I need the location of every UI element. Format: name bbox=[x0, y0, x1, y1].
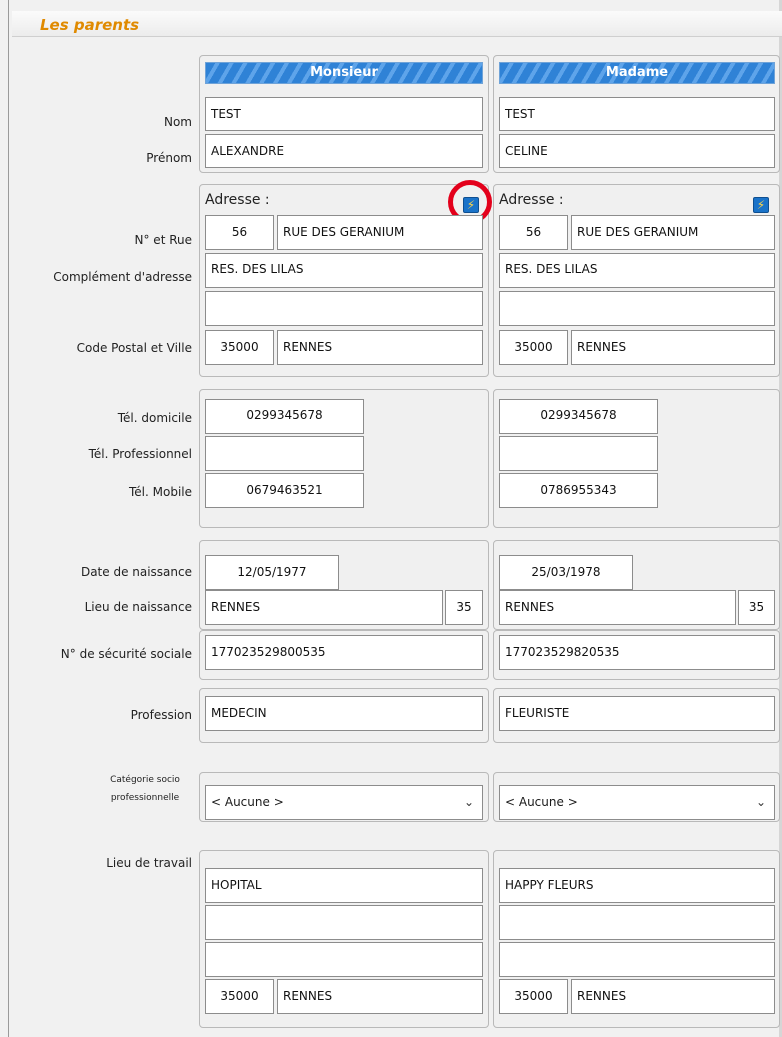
secu-field-madame[interactable]: 177023529820535 bbox=[499, 635, 775, 670]
cp-field-madame[interactable]: 35000 bbox=[499, 330, 568, 365]
prenom-field-monsieur[interactable]: ALEXANDRE bbox=[205, 134, 483, 168]
label-lieu-naissance: Lieu de naissance bbox=[84, 600, 192, 614]
date-naissance-field-monsieur[interactable]: 12/05/1977 bbox=[205, 555, 339, 590]
cp-field-monsieur[interactable]: 35000 bbox=[205, 330, 274, 365]
travail2-field-monsieur[interactable] bbox=[205, 905, 483, 940]
travail1-field-madame[interactable]: HAPPY FLEURS bbox=[499, 868, 775, 903]
travail3-field-monsieur[interactable] bbox=[205, 942, 483, 977]
dept-naissance-field-monsieur[interactable]: 35 bbox=[445, 590, 483, 625]
tel-mobile-field-monsieur[interactable]: 0679463521 bbox=[205, 473, 364, 508]
label-nom: Nom bbox=[163, 115, 192, 129]
tel-domicile-field-monsieur[interactable]: 0299345678 bbox=[205, 399, 364, 434]
nom-field-monsieur[interactable]: TEST bbox=[205, 97, 483, 131]
ville-field-madame[interactable]: RENNES bbox=[571, 330, 775, 365]
complement2-field-madame[interactable] bbox=[499, 291, 775, 326]
label-profession: Profession bbox=[130, 708, 192, 722]
label-csp-line2: professionnelle bbox=[110, 793, 180, 803]
tel-pro-field-madame[interactable] bbox=[499, 436, 658, 471]
rue-field-monsieur[interactable]: RUE DES GERANIUM bbox=[277, 215, 483, 250]
label-csp-line1: Catégorie socio bbox=[110, 775, 180, 785]
profession-field-madame[interactable]: FLEURISTE bbox=[499, 696, 775, 731]
left-border bbox=[8, 0, 9, 1037]
travail-cp-field-monsieur[interactable]: 35000 bbox=[205, 979, 274, 1014]
label-tel-mobile: Tél. Mobile bbox=[129, 485, 192, 499]
lieu-naissance-field-madame[interactable]: RENNES bbox=[499, 590, 736, 625]
section-title: Les parents bbox=[40, 16, 140, 34]
travail2-field-madame[interactable] bbox=[499, 905, 775, 940]
secu-field-monsieur[interactable]: 177023529800535 bbox=[205, 635, 483, 670]
csp-value-monsieur: < Aucune > bbox=[211, 795, 284, 809]
adresse-label-monsieur: Adresse : bbox=[205, 192, 270, 208]
nom-field-madame[interactable]: TEST bbox=[499, 97, 775, 131]
csp-select-monsieur[interactable]: < Aucune > ⌄ bbox=[205, 785, 483, 820]
csp-select-madame[interactable]: < Aucune > ⌄ bbox=[499, 785, 775, 820]
tel-domicile-field-madame[interactable]: 0299345678 bbox=[499, 399, 658, 434]
travail3-field-madame[interactable] bbox=[499, 942, 775, 977]
ville-field-monsieur[interactable]: RENNES bbox=[277, 330, 483, 365]
date-naissance-field-madame[interactable]: 25/03/1978 bbox=[499, 555, 633, 590]
chevron-down-icon: ⌄ bbox=[463, 795, 474, 809]
csp-value-madame: < Aucune > bbox=[505, 795, 578, 809]
complement1-field-madame[interactable]: RES. DES LILAS bbox=[499, 253, 775, 288]
profession-field-monsieur[interactable]: MEDECIN bbox=[205, 696, 483, 731]
label-prenom: Prénom bbox=[146, 151, 192, 165]
rue-field-madame[interactable]: RUE DES GERANIUM bbox=[571, 215, 775, 250]
label-lieu-travail: Lieu de travail bbox=[106, 856, 192, 870]
label-cp-ville: Code Postal et Ville bbox=[76, 341, 192, 355]
column-header-madame: Madame bbox=[499, 62, 775, 84]
lieu-naissance-field-monsieur[interactable]: RENNES bbox=[205, 590, 443, 625]
label-complement: Complément d'adresse bbox=[53, 270, 192, 284]
travail-cp-field-madame[interactable]: 35000 bbox=[499, 979, 568, 1014]
label-tel-domicile: Tél. domicile bbox=[117, 411, 192, 425]
numero-field-madame[interactable]: 56 bbox=[499, 215, 568, 250]
chevron-down-icon: ⌄ bbox=[755, 795, 766, 809]
label-date-naissance: Date de naissance bbox=[80, 565, 192, 579]
numero-field-monsieur[interactable]: 56 bbox=[205, 215, 274, 250]
travail-ville-field-madame[interactable]: RENNES bbox=[571, 979, 775, 1014]
column-header-monsieur: Monsieur bbox=[205, 62, 483, 84]
tel-pro-field-monsieur[interactable] bbox=[205, 436, 364, 471]
label-secu: N° de sécurité sociale bbox=[60, 647, 192, 661]
label-no-rue: N° et Rue bbox=[134, 233, 192, 247]
travail1-field-monsieur[interactable]: HOPITAL bbox=[205, 868, 483, 903]
prenom-field-madame[interactable]: CELINE bbox=[499, 134, 775, 168]
travail-ville-field-monsieur[interactable]: RENNES bbox=[277, 979, 483, 1014]
dept-naissance-field-madame[interactable]: 35 bbox=[738, 590, 775, 625]
adresse-label-madame: Adresse : bbox=[499, 192, 564, 208]
copy-address-icon[interactable]: ⚡ bbox=[753, 197, 769, 213]
tel-mobile-field-madame[interactable]: 0786955343 bbox=[499, 473, 658, 508]
label-tel-pro: Tél. Professionnel bbox=[88, 447, 192, 461]
complement2-field-monsieur[interactable] bbox=[205, 291, 483, 326]
complement1-field-monsieur[interactable]: RES. DES LILAS bbox=[205, 253, 483, 288]
